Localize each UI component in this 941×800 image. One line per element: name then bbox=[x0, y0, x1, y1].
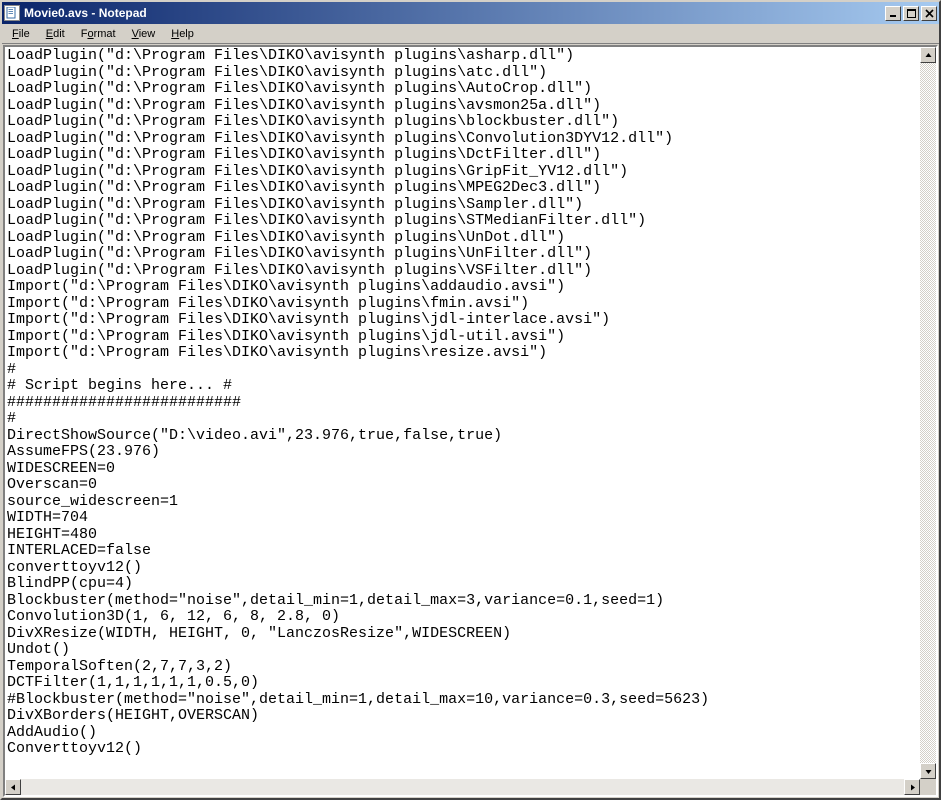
scroll-down-button[interactable] bbox=[920, 763, 936, 779]
maximize-button[interactable] bbox=[903, 6, 919, 21]
vertical-scroll-track[interactable] bbox=[920, 63, 936, 763]
menu-format[interactable]: Format bbox=[73, 26, 124, 42]
menu-help[interactable]: Help bbox=[163, 26, 202, 42]
scroll-corner bbox=[920, 779, 936, 795]
horizontal-scrollbar[interactable] bbox=[5, 779, 920, 795]
menubar: File Edit Format View Help bbox=[2, 24, 939, 44]
close-button[interactable] bbox=[921, 6, 937, 21]
app-icon bbox=[4, 5, 20, 21]
scroll-up-button[interactable] bbox=[920, 47, 936, 63]
menu-view[interactable]: View bbox=[124, 26, 164, 42]
menu-edit[interactable]: Edit bbox=[38, 26, 73, 42]
editor-area: LoadPlugin("d:\Program Files\DIKO\avisyn… bbox=[3, 45, 938, 797]
notepad-window: Movie0.avs - Notepad File Edit Format Vi… bbox=[0, 0, 941, 800]
horizontal-scroll-track[interactable] bbox=[21, 779, 904, 795]
scroll-right-button[interactable] bbox=[904, 779, 920, 795]
vertical-scrollbar[interactable] bbox=[920, 47, 936, 779]
window-controls bbox=[885, 6, 937, 21]
window-title: Movie0.avs - Notepad bbox=[24, 6, 885, 20]
menu-file[interactable]: File bbox=[4, 26, 38, 42]
minimize-button[interactable] bbox=[885, 6, 901, 21]
text-editor[interactable]: LoadPlugin("d:\Program Files\DIKO\avisyn… bbox=[5, 47, 920, 779]
titlebar[interactable]: Movie0.avs - Notepad bbox=[2, 2, 939, 24]
scroll-left-button[interactable] bbox=[5, 779, 21, 795]
